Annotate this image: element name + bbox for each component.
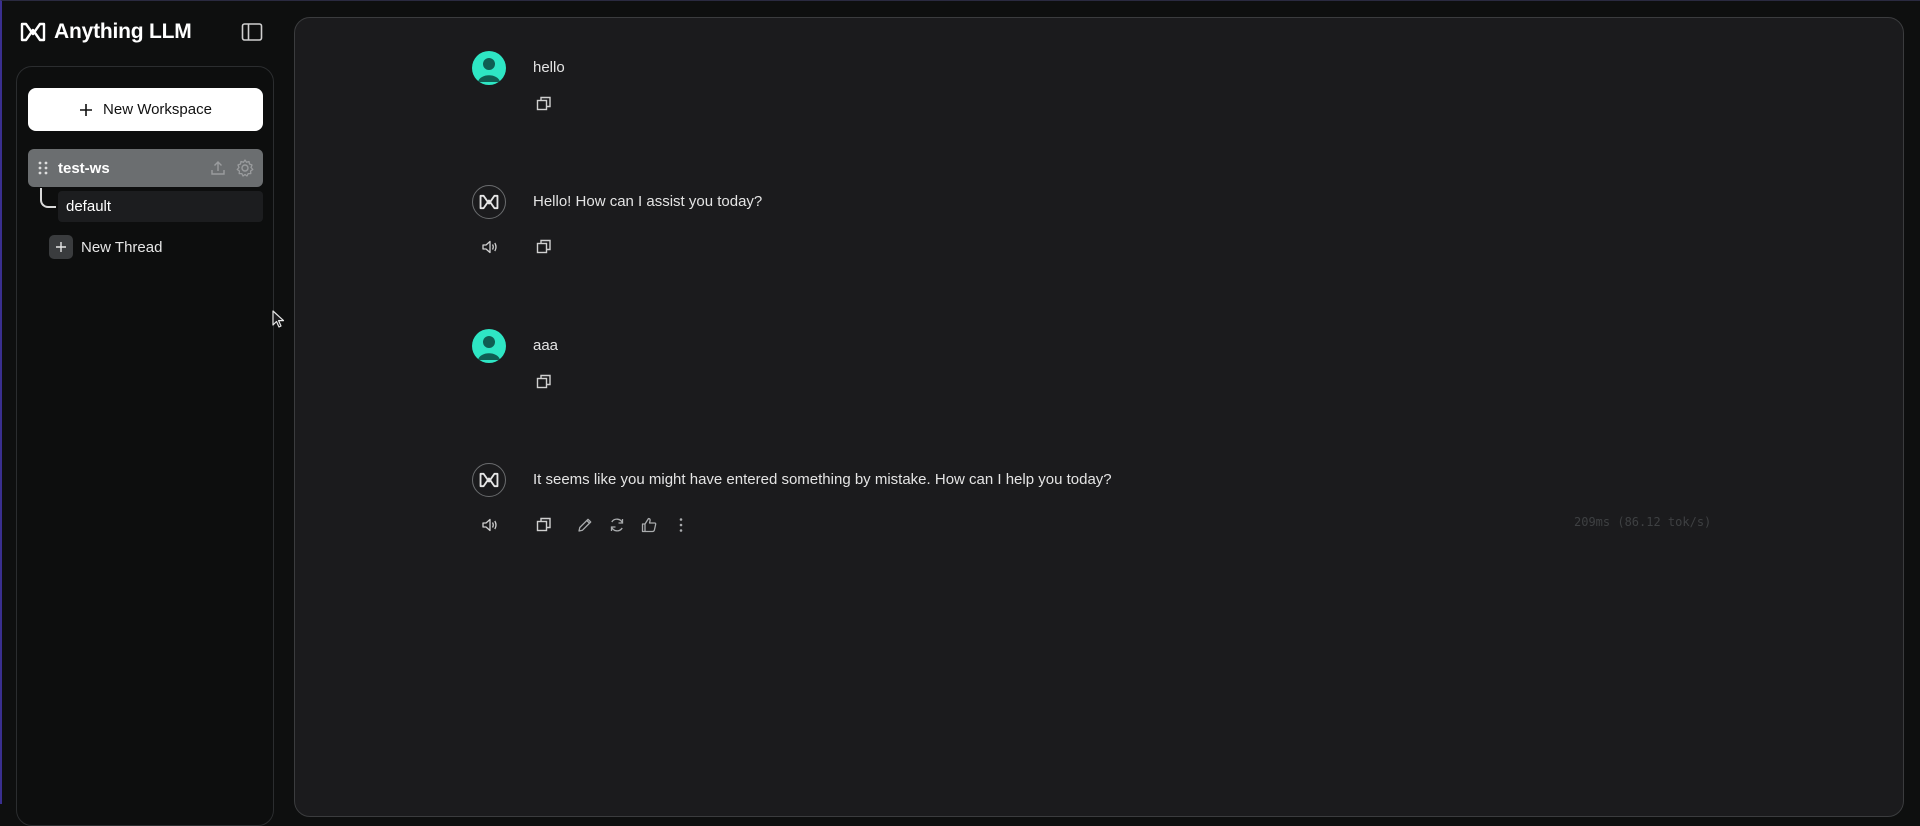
edit-button[interactable]: [574, 514, 596, 536]
message-text: Hello! How can I assist you today?: [533, 193, 763, 210]
copy-icon: [536, 239, 551, 254]
chat-panel: [294, 17, 1904, 817]
gear-icon[interactable]: [235, 158, 255, 178]
app-logo: Anything LLM: [20, 18, 192, 46]
mouse-cursor-icon: [272, 310, 285, 328]
response-metrics: 209ms (86.12 tok/s): [1574, 515, 1712, 529]
text-to-speech-button[interactable]: [479, 236, 501, 258]
copy-button[interactable]: [533, 93, 555, 115]
copy-button[interactable]: [533, 371, 555, 393]
message-text: It seems like you might have entered som…: [533, 471, 1112, 488]
user-avatar-icon: [472, 51, 506, 85]
workspace-item-test-ws[interactable]: test-ws: [28, 149, 263, 187]
speaker-icon: [482, 240, 497, 254]
user-avatar-icon: [472, 329, 506, 363]
message-text: hello: [533, 59, 565, 76]
copy-icon: [536, 517, 551, 532]
thumbs-up-icon: [641, 517, 657, 533]
new-thread-label: New Thread: [81, 238, 163, 256]
workspace-name: test-ws: [58, 159, 110, 177]
regenerate-button[interactable]: [606, 514, 628, 536]
more-vertical-icon: [679, 518, 683, 532]
assistant-avatar-icon: [472, 185, 506, 219]
thumbs-up-button[interactable]: [638, 514, 660, 536]
sidebar-toggle-button[interactable]: [240, 20, 264, 44]
more-options-button[interactable]: [670, 514, 692, 536]
drag-handle-icon[interactable]: [36, 160, 50, 176]
new-thread-button[interactable]: New Thread: [49, 235, 162, 259]
thread-label: default: [66, 198, 112, 215]
assistant-avatar-icon: [472, 463, 506, 497]
chat-message-assistant: Hello! How can I assist you today?: [472, 185, 762, 219]
new-workspace-button[interactable]: New Workspace: [28, 88, 263, 131]
thread-connector: [40, 188, 56, 208]
plus-icon: [49, 235, 73, 259]
chat-message-assistant: It seems like you might have entered som…: [472, 463, 1112, 497]
copy-button[interactable]: [533, 236, 555, 258]
anything-llm-logo-icon: [20, 22, 46, 42]
copy-button[interactable]: [533, 514, 555, 536]
copy-icon: [536, 374, 551, 389]
message-text: aaa: [533, 337, 559, 354]
chat-message-user: aaa: [472, 329, 558, 363]
thread-item-default[interactable]: default: [58, 191, 263, 222]
plus-icon: [80, 103, 93, 116]
sidebar-panel-icon: [241, 23, 263, 41]
refresh-icon: [610, 518, 624, 532]
text-to-speech-button[interactable]: [479, 514, 501, 536]
chat-message-user: hello: [472, 51, 565, 85]
copy-icon: [536, 96, 551, 111]
app-title: Anything LLM: [54, 20, 192, 43]
pencil-icon: [578, 518, 592, 532]
upload-icon[interactable]: [209, 159, 227, 177]
new-workspace-label: New Workspace: [103, 101, 212, 118]
speaker-icon: [482, 518, 497, 532]
